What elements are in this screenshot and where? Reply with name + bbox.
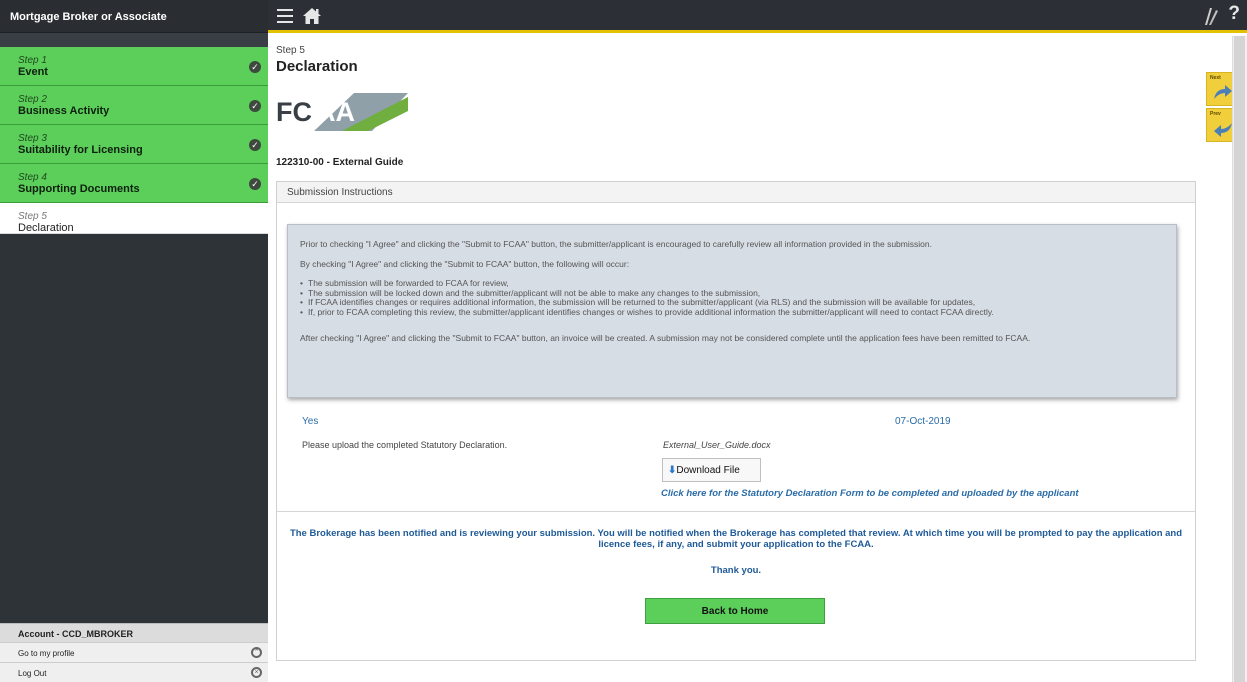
sidebar-step-suitability[interactable]: Step 3 Suitability for Licensing ✓ xyxy=(0,125,268,164)
profile-link-label: Go to my profile xyxy=(18,649,75,658)
chevron-up-icon: ⌃ xyxy=(251,647,262,658)
step-number: Step 1 xyxy=(18,55,47,66)
instruction-paragraph: Prior to checking "I Agree" and clicking… xyxy=(300,239,932,249)
step-title: Supporting Documents xyxy=(18,183,140,195)
sidebar-spacer xyxy=(0,33,268,47)
home-icon[interactable] xyxy=(301,5,323,27)
step-number: Step 3 xyxy=(18,133,47,144)
logo-text-fc: FC xyxy=(276,97,312,127)
fcaa-logo: FC AA xyxy=(276,93,408,131)
step-title: Business Activity xyxy=(18,105,110,117)
arrow-right-icon xyxy=(1214,85,1232,99)
sidebar-step-business-activity[interactable]: Step 2 Business Activity ✓ xyxy=(0,86,268,125)
step-title: Suitability for Licensing xyxy=(18,144,143,156)
submission-panel: Submission Instructions Prior to checkin… xyxy=(276,181,1196,661)
instruction-paragraph: After checking "I Agree" and clicking th… xyxy=(300,333,1031,343)
agree-date: 07-Oct-2019 xyxy=(895,416,951,427)
check-icon: ✓ xyxy=(249,61,261,73)
sidebar-step-event[interactable]: Step 1 Event ✓ xyxy=(0,47,268,86)
check-icon: ✓ xyxy=(249,100,261,112)
step-number: Step 5 xyxy=(18,211,47,222)
step-title: Event xyxy=(18,66,48,78)
next-label: Next xyxy=(1210,75,1221,81)
guide-label: 122310-00 - External Guide xyxy=(276,157,404,168)
check-icon: ✓ xyxy=(249,178,261,190)
agree-value: Yes xyxy=(302,416,319,427)
fcaa-brand-icon xyxy=(1205,8,1218,25)
back-to-home-button[interactable]: Back to Home xyxy=(645,598,825,624)
help-icon[interactable]: ? xyxy=(1228,3,1240,25)
instruction-paragraph: By checking "I Agree" and clicking the "… xyxy=(300,259,630,269)
prev-label: Prev xyxy=(1210,111,1221,117)
step-title: Declaration xyxy=(18,222,74,234)
page-title: Declaration xyxy=(276,58,358,75)
instruction-list: The submission will be forwarded to FCAA… xyxy=(300,278,1164,318)
brokerage-notice: The Brokerage has been notified and is r… xyxy=(289,528,1183,550)
scrollbar-thumb[interactable] xyxy=(1234,36,1245,682)
download-file-button[interactable]: ⬇Download File xyxy=(662,458,761,482)
thank-you-text: Thank you. xyxy=(710,565,762,576)
main-content: Step 5 Declaration FC AA 122310-00 - Ext… xyxy=(268,36,1212,682)
divider xyxy=(277,511,1195,512)
panel-title: Submission Instructions xyxy=(277,182,1195,203)
close-icon: × xyxy=(251,667,262,678)
logout-link[interactable]: Log Out × xyxy=(0,662,268,682)
account-label: Account - CCD_MBROKER xyxy=(0,623,268,642)
instructions-box: Prior to checking "I Agree" and clicking… xyxy=(287,224,1177,398)
sidebar-footer: Account - CCD_MBROKER Go to my profile ⌃… xyxy=(0,623,268,682)
top-bar: ? xyxy=(268,0,1247,33)
download-label: Download File xyxy=(676,465,740,476)
upload-label: Please upload the completed Statutory De… xyxy=(302,440,508,450)
list-item: If, prior to FCAA completing this review… xyxy=(300,307,1164,318)
step-number: Step 2 xyxy=(18,94,47,105)
file-name: External_User_Guide.docx xyxy=(663,440,771,450)
declaration-form-link[interactable]: Click here for the Statutory Declaration… xyxy=(661,488,1079,499)
arrow-left-icon xyxy=(1214,123,1232,137)
step-label: Step 5 xyxy=(276,45,305,56)
profile-link[interactable]: Go to my profile ⌃ xyxy=(0,642,268,662)
logout-link-label: Log Out xyxy=(18,669,47,678)
sidebar-header: Mortgage Broker or Associate xyxy=(0,0,268,33)
sidebar: Mortgage Broker or Associate Step 1 Even… xyxy=(0,0,268,682)
sidebar-step-supporting-documents[interactable]: Step 4 Supporting Documents ✓ xyxy=(0,164,268,203)
check-icon: ✓ xyxy=(249,139,261,151)
sidebar-step-declaration[interactable]: Step 5 Declaration xyxy=(0,203,268,234)
hamburger-menu-icon[interactable] xyxy=(277,9,293,23)
logo-text-aa: AA xyxy=(316,97,355,127)
app-window: Mortgage Broker or Associate Step 1 Even… xyxy=(0,0,1247,682)
step-number: Step 4 xyxy=(18,172,47,183)
